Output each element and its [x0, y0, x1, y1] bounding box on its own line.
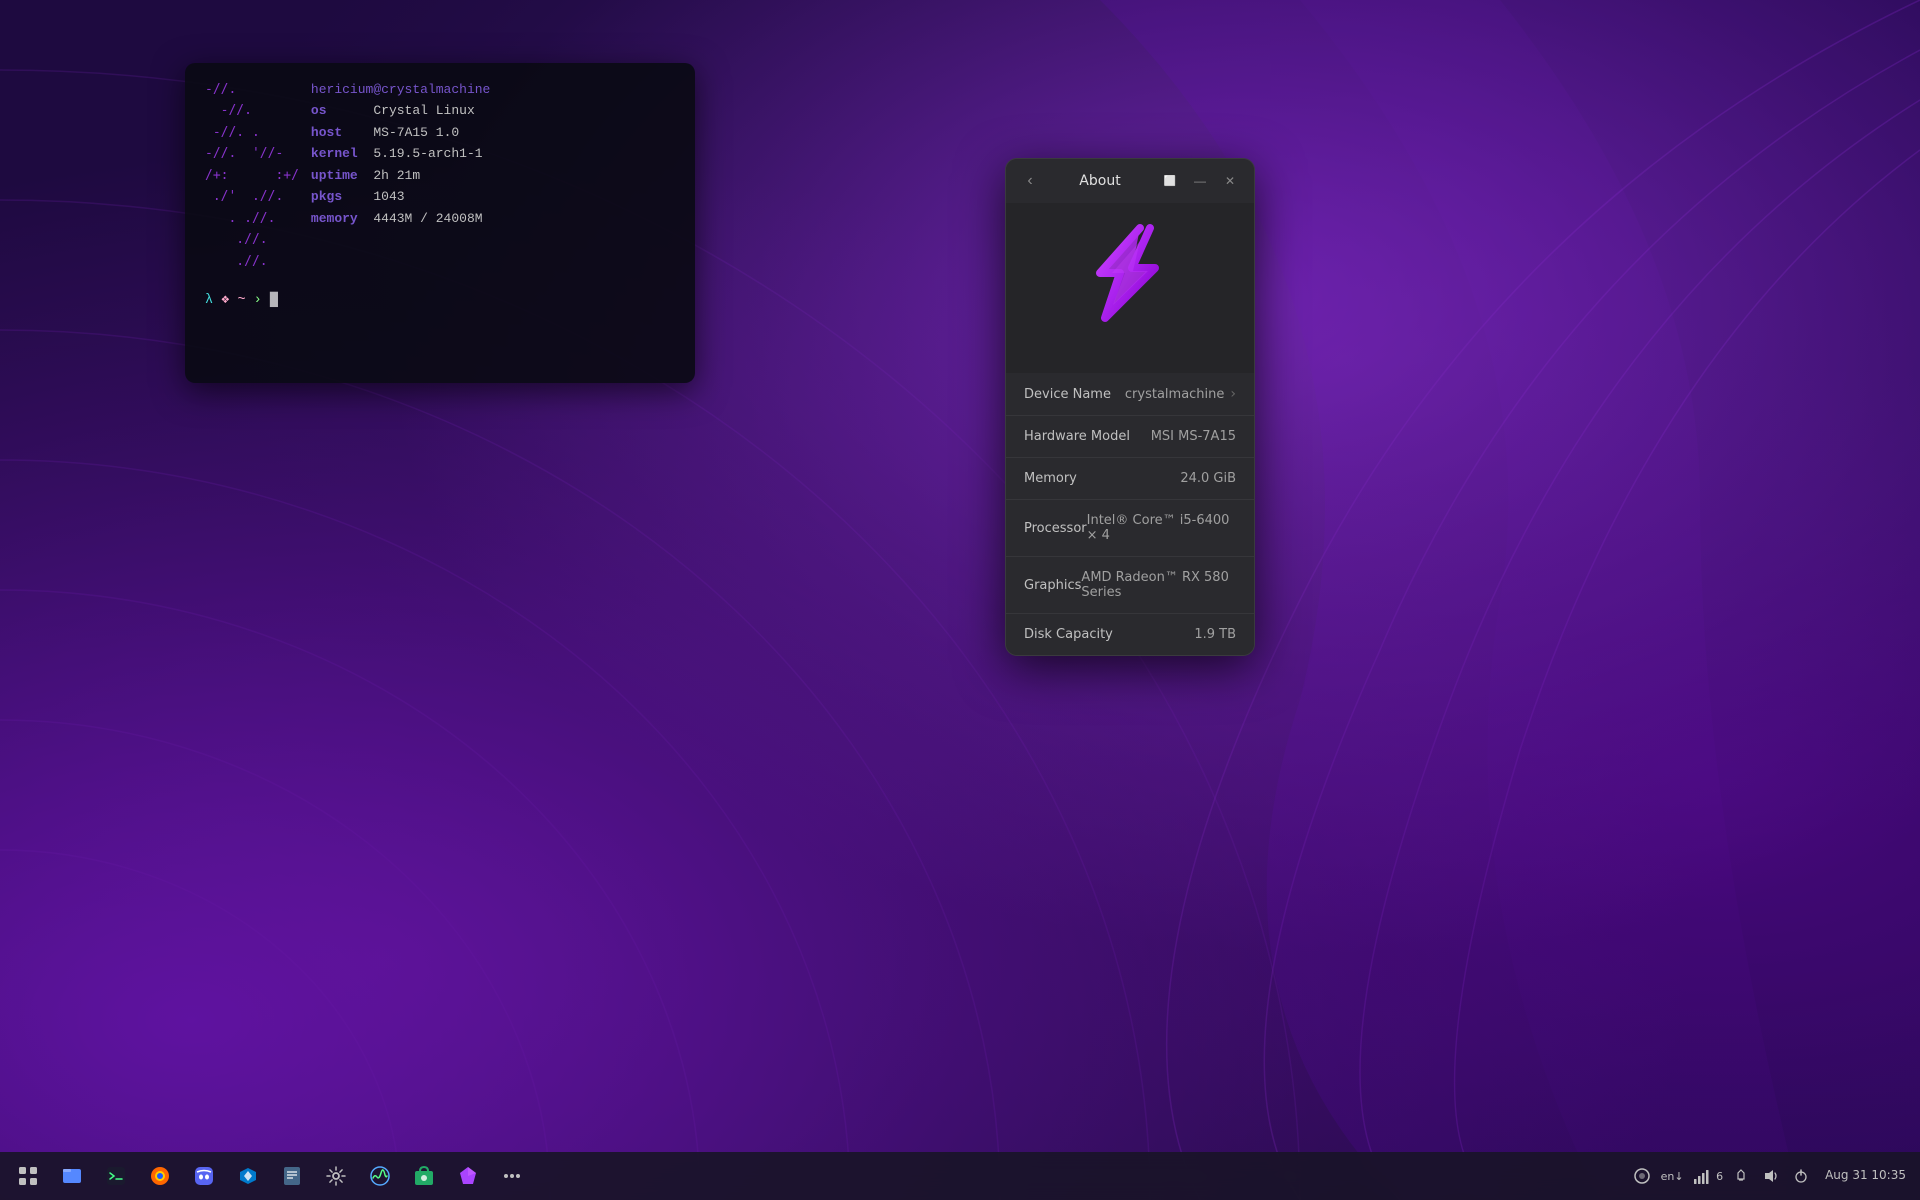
- network-count: 6: [1716, 1170, 1723, 1183]
- nf-uptime-value: 2h 21m: [373, 168, 420, 183]
- taskbar-vscode[interactable]: [228, 1156, 268, 1196]
- terminal-window: -//. -//. -//. . -//. '//- /+: :+/ ./' .…: [185, 63, 695, 383]
- taskbar-crystal[interactable]: [448, 1156, 488, 1196]
- taskbar-notes[interactable]: [272, 1156, 312, 1196]
- taskbar-power-icon[interactable]: [1789, 1164, 1813, 1188]
- taskbar-discord[interactable]: [184, 1156, 224, 1196]
- neofetch-info: hericium@crystalmachine os Crystal Linux…: [311, 79, 490, 272]
- terminal-prompt: λ ❖ ~ › █: [205, 290, 675, 312]
- taskbar-datetime[interactable]: Aug 31 10:35: [1819, 1168, 1912, 1184]
- logo-area: [1006, 203, 1254, 373]
- nf-memory-label: memory: [311, 211, 358, 226]
- taskbar-network-icon[interactable]: [1690, 1164, 1714, 1188]
- minimize-button[interactable]: —: [1186, 167, 1214, 195]
- nf-pkgs-label: pkgs: [311, 189, 342, 204]
- taskbar-language[interactable]: en↓: [1660, 1164, 1684, 1188]
- taskbar-store[interactable]: [404, 1156, 444, 1196]
- disk-capacity-label: Disk Capacity: [1024, 627, 1113, 642]
- close-button[interactable]: ✕: [1216, 167, 1244, 195]
- taskbar-files[interactable]: [52, 1156, 92, 1196]
- prompt-tilde: ❖ ~: [221, 293, 245, 308]
- taskbar-date: Aug 31 10:35: [1825, 1168, 1906, 1184]
- nf-host-label: host: [311, 125, 342, 140]
- dialog-titlebar: ‹ About ⬜ — ✕: [1006, 159, 1254, 203]
- hardware-model-row: Hardware Model MSI MS-7A15: [1006, 416, 1254, 458]
- terminal-content: -//. -//. -//. . -//. '//- /+: :+/ ./' .…: [185, 63, 695, 328]
- taskbar-settings[interactable]: [316, 1156, 356, 1196]
- memory-label: Memory: [1024, 471, 1077, 486]
- nf-uptime-label: uptime: [311, 168, 358, 183]
- disk-capacity-value: 1.9 TB: [1194, 627, 1236, 642]
- graphics-value: AMD Radeon™ RX 580 Series: [1081, 570, 1236, 600]
- titlebar-controls: ⬜ — ✕: [1156, 167, 1244, 195]
- prompt-lambda: λ: [205, 293, 213, 308]
- device-name-label: Device Name: [1024, 387, 1111, 402]
- taskbar-sound-icon[interactable]: [1759, 1164, 1783, 1188]
- processor-row: Processor Intel® Core™ i5-6400 × 4: [1006, 500, 1254, 557]
- nf-host-value: MS-7A15 1.0: [373, 125, 459, 140]
- nf-os-label: os: [311, 103, 327, 118]
- close-icon: ✕: [1225, 174, 1235, 188]
- memory-value: 24.0 GiB: [1180, 471, 1236, 486]
- processor-label: Processor: [1024, 521, 1087, 536]
- maximize-icon: ⬜: [1164, 176, 1176, 187]
- hardware-model-value: MSI MS-7A15: [1151, 429, 1236, 444]
- neofetch-art: -//. -//. -//. . -//. '//- /+: :+/ ./' .…: [205, 79, 299, 272]
- processor-value: Intel® Core™ i5-6400 × 4: [1087, 513, 1236, 543]
- back-icon: ‹: [1027, 172, 1032, 190]
- taskbar-system-tray: en↓ 6: [1630, 1164, 1912, 1188]
- taskbar-more[interactable]: [492, 1156, 532, 1196]
- language-label: en↓: [1661, 1170, 1684, 1183]
- nf-kernel-label: kernel: [311, 146, 358, 161]
- back-button[interactable]: ‹: [1016, 167, 1044, 195]
- dialog-title: About: [1044, 173, 1156, 189]
- graphics-label: Graphics: [1024, 578, 1081, 593]
- nf-os-value: Crystal Linux: [373, 103, 474, 118]
- crystal-linux-logo: [1080, 223, 1180, 353]
- taskbar-terminal[interactable]: [96, 1156, 136, 1196]
- info-list: Device Name crystalmachine › Hardware Mo…: [1006, 373, 1254, 655]
- device-name-value: crystalmachine ›: [1125, 386, 1236, 402]
- disk-capacity-row: Disk Capacity 1.9 TB: [1006, 614, 1254, 655]
- nf-user: hericium@crystalmachine: [311, 82, 490, 97]
- taskbar-notification-icon[interactable]: [1729, 1164, 1753, 1188]
- about-dialog: ‹ About ⬜ — ✕: [1005, 158, 1255, 656]
- device-name-row[interactable]: Device Name crystalmachine ›: [1006, 373, 1254, 416]
- titlebar-left: ‹: [1016, 167, 1044, 195]
- prompt-cursor: █: [270, 293, 278, 308]
- taskbar-apps-grid[interactable]: [8, 1156, 48, 1196]
- nf-pkgs-value: 1043: [373, 189, 404, 204]
- taskbar-firefox[interactable]: [140, 1156, 180, 1196]
- hardware-model-label: Hardware Model: [1024, 429, 1130, 444]
- taskbar-apps: [8, 1156, 532, 1196]
- taskbar-chat-icon[interactable]: [1630, 1164, 1654, 1188]
- minimize-icon: —: [1194, 174, 1206, 188]
- nf-memory-value: 4443M / 24008M: [373, 211, 482, 226]
- taskbar-monitor[interactable]: [360, 1156, 400, 1196]
- taskbar: en↓ 6: [0, 1152, 1920, 1200]
- nf-kernel-value: 5.19.5-arch1-1: [373, 146, 482, 161]
- maximize-button[interactable]: ⬜: [1156, 167, 1184, 195]
- graphics-row: Graphics AMD Radeon™ RX 580 Series: [1006, 557, 1254, 614]
- memory-row: Memory 24.0 GiB: [1006, 458, 1254, 500]
- prompt-arrow: ›: [254, 293, 262, 308]
- device-name-chevron: ›: [1230, 386, 1236, 402]
